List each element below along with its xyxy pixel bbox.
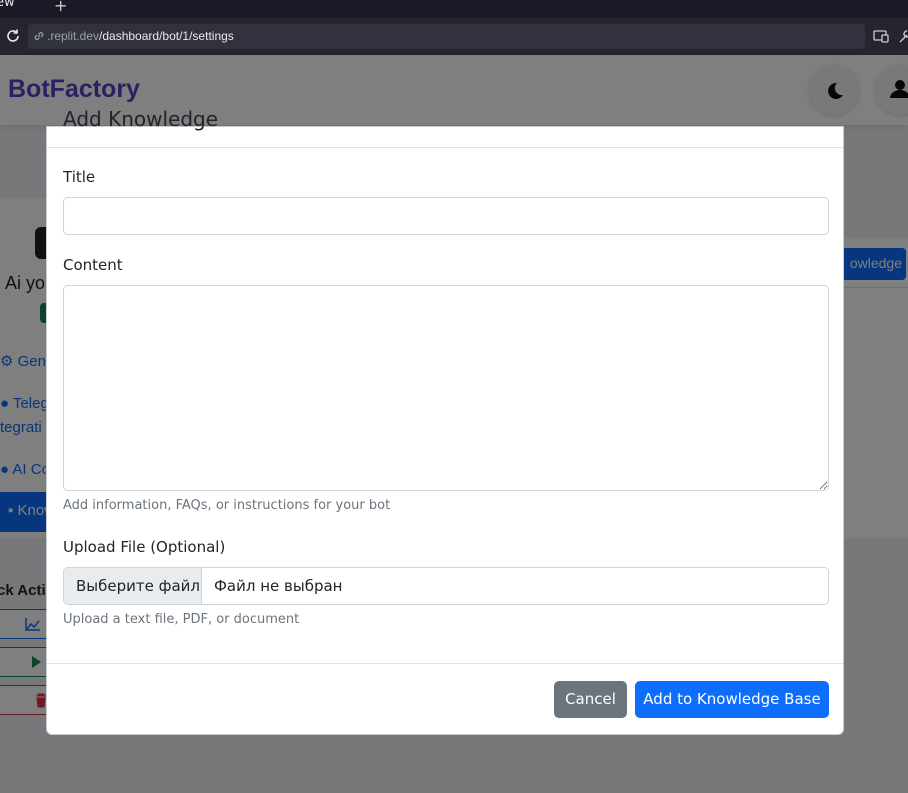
file-upload-input[interactable]: Выберите файл Файл не выбран [63,567,829,605]
browser-tab-label: ew [0,0,15,10]
cancel-button[interactable]: Cancel [554,681,627,718]
upload-help-text: Upload a text file, PDF, or document [63,612,300,627]
browser-tabbar: ew + [0,0,908,18]
browser-tab[interactable]: ew [0,0,40,17]
upload-label: Upload File (Optional) [63,538,226,556]
reload-icon[interactable] [5,28,21,44]
tools-icon[interactable] [898,28,908,44]
content-textarea[interactable] [63,285,829,491]
link-icon [34,32,44,40]
cast-icon[interactable] [873,28,889,44]
title-input[interactable] [63,197,829,235]
content-label: Content [63,256,123,274]
add-knowledge-modal: Add Knowledge Title Content Add informat… [46,107,844,735]
title-label: Title [63,168,96,186]
new-tab-button[interactable]: + [54,0,67,15]
url-text: .replit.dev/dashboard/bot/1/settings [47,29,234,43]
file-status-text: Файл не выбран [214,577,343,595]
modal-footer-divider [47,663,843,664]
modal-title: Add Knowledge [63,107,219,131]
url-bar[interactable]: .replit.dev/dashboard/bot/1/settings [28,24,865,49]
add-to-knowledge-base-button[interactable]: Add to Knowledge Base [635,681,829,718]
browser-addressbar: .replit.dev/dashboard/bot/1/settings [0,18,908,55]
modal-header-divider [47,147,843,148]
content-help-text: Add information, FAQs, or instructions f… [63,498,391,513]
choose-file-button[interactable]: Выберите файл [64,568,202,604]
